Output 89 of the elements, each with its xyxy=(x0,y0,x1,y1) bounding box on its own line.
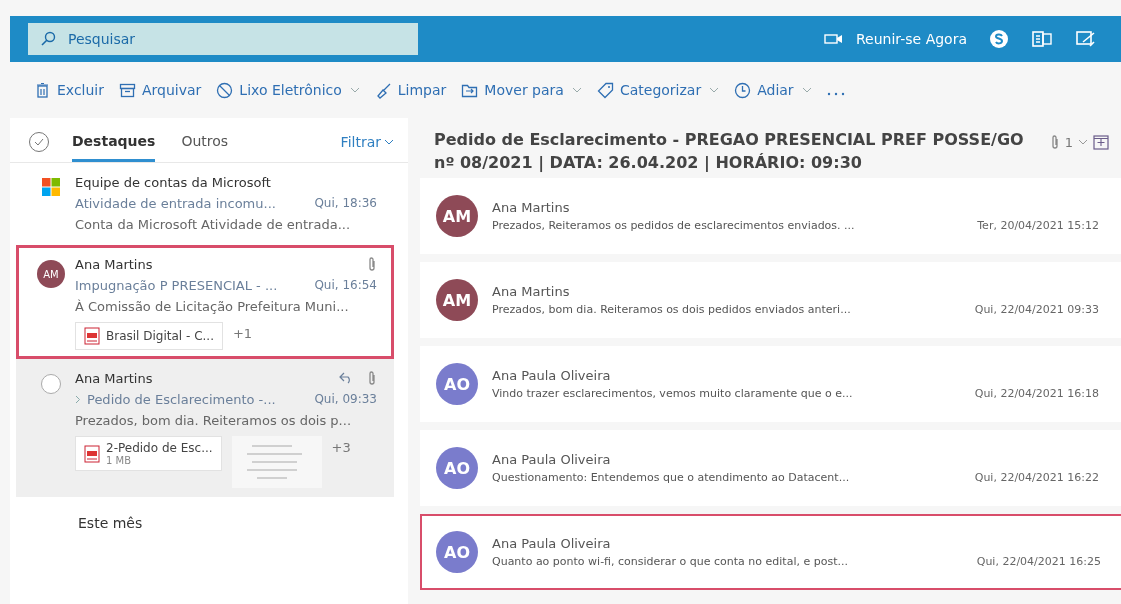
toolbar-button[interactable]: Categorizar xyxy=(596,81,720,99)
caret-icon[interactable] xyxy=(1078,139,1088,145)
message-item[interactable]: Equipe de contas da Microsoft Atividade de entrada incomu... Qui, 18:36 Conta da Microsoft Atividade de entrada... xyxy=(16,163,394,245)
skype-icon[interactable] xyxy=(989,29,1009,49)
select-radio[interactable] xyxy=(41,374,61,394)
avatar: AM xyxy=(436,279,478,321)
message-subject: Impugnação P PRESENCIAL - ... xyxy=(75,277,279,293)
message-card[interactable]: AM Ana Martins Prezados, bom dia. Reiteramos os dois pedidos enviados anteri... Qui, 22/04/2021 09:33 xyxy=(420,262,1121,338)
attachment-chip[interactable]: Brasil Digital - C... xyxy=(75,322,223,350)
pdf-file-icon xyxy=(84,444,100,463)
message-date: Ter, 20/04/2021 15:12 xyxy=(977,219,1099,232)
file-size: 1 MB xyxy=(106,455,133,466)
meet-now-button[interactable]: Reunir-se Agora xyxy=(856,31,967,47)
message-card[interactable]: AO Ana Paula Oliveira Quanto ao ponto wi-fi, considerar o que conta no edital, e post... Qui, 22/04/2021 16:25 xyxy=(420,514,1121,590)
more-attachments-count[interactable]: +1 xyxy=(232,322,253,341)
caret-icon xyxy=(801,87,812,93)
avatar: AO xyxy=(436,531,478,573)
more-attachments-count[interactable]: +3 xyxy=(331,436,351,455)
sender-name: Ana Paula Oliveira xyxy=(492,536,612,551)
message-preview: Prezados, Reiteramos os pedidos de esclarecimentos enviados. ... xyxy=(492,219,855,232)
message-preview: À Comissão de Licitação Prefeitura Muni... xyxy=(75,298,350,316)
message-time: Qui, 09:33 xyxy=(314,392,377,406)
toolbar-button[interactable]: Lixo Eletrônico xyxy=(216,81,360,99)
sender-name: Ana Paula Oliveira xyxy=(492,452,612,467)
caret-icon xyxy=(709,87,720,93)
four-squares-logo-icon xyxy=(42,178,60,196)
feedback-icon[interactable] xyxy=(1075,29,1097,49)
tab[interactable]: Outros xyxy=(181,122,229,162)
sender-name: Ana Martins xyxy=(75,256,153,272)
caret-icon xyxy=(571,87,582,93)
search-field[interactable]: Pesquisar xyxy=(28,23,418,55)
message-card[interactable]: AM Ana Martins Prezados, Reiteramos os pedidos de esclarecimentos enviados. ... Ter, 20/04/2021 15:12 xyxy=(420,178,1121,254)
toolbar-button[interactable]: Excluir xyxy=(34,81,104,99)
message-card[interactable]: AO Ana Paula Oliveira Questionamento: Entendemos que o atendimento ao Datacent... Qui, 22/04/2021 16:22 xyxy=(420,430,1121,506)
message-subject: Pedido de Esclarecimento -... xyxy=(87,391,277,407)
sender-name: Ana Paula Oliveira xyxy=(492,368,612,383)
message-date: Qui, 22/04/2021 09:33 xyxy=(974,303,1099,316)
section-header: Este mês xyxy=(77,514,144,531)
document-thumbnail[interactable] xyxy=(231,436,322,488)
reply-arrow-icon xyxy=(339,372,353,384)
more-icon xyxy=(826,91,845,96)
message-preview: Quanto ao ponto wi-fi, considerar o que conta no edital, e post... xyxy=(492,555,848,568)
message-card[interactable]: AO Ana Paula Oliveira Vindo trazer esclarecimentos, vemos muito claramente que o e... Qui, 22/04/2021 16:18 xyxy=(420,346,1121,422)
trash-icon xyxy=(34,81,51,99)
attachment-count[interactable]: 1 xyxy=(1064,134,1073,150)
caret-icon xyxy=(384,139,394,145)
chevron-icon[interactable] xyxy=(75,394,81,404)
file-name: Brasil Digital - C... xyxy=(106,329,214,343)
filter-button[interactable]: Filtrar xyxy=(340,134,394,150)
clock-icon xyxy=(734,81,752,99)
avatar: AO xyxy=(436,447,478,489)
attachment-chip[interactable]: 2-Pedido de Esc... 1 MB xyxy=(75,436,222,471)
sender-name: Ana Martins xyxy=(492,284,571,299)
message-date: Qui, 22/04/2021 16:25 xyxy=(976,555,1101,568)
toolbar-button[interactable]: Limpar xyxy=(374,81,447,99)
paperclip-icon xyxy=(1049,134,1060,150)
avatar: AM xyxy=(37,260,65,288)
message-preview: Prezados, bom dia. Reiteramos os dois p... xyxy=(75,412,352,430)
sender-name: Ana Martins xyxy=(492,200,571,215)
block-icon xyxy=(216,81,234,99)
message-date: Qui, 22/04/2021 16:22 xyxy=(974,471,1099,484)
message-date: Qui, 22/04/2021 16:18 xyxy=(974,387,1099,400)
toolbar-button[interactable]: Adiar xyxy=(734,81,812,99)
message-subject: Atividade de entrada incomu... xyxy=(75,195,277,211)
message-preview: Conta da Microsoft Atividade de entrada... xyxy=(75,216,352,234)
message-time: Qui, 18:36 xyxy=(314,196,377,210)
sender-name: Equipe de contas da Microsoft xyxy=(75,174,271,190)
search-icon xyxy=(40,31,56,47)
avatar: AM xyxy=(436,195,478,237)
expand-box-icon[interactable] xyxy=(1093,134,1109,150)
conversation-subject: Pedido de Esclarecimento - PREGAO PRESENCIAL PREF POSSE/GO nº 08/2021 | DATA: 26.04.202 | HORÁRIO: 09:30 xyxy=(434,129,1025,174)
toolbar-button[interactable]: Arquivar xyxy=(119,81,202,99)
message-item[interactable]: Ana Martins Pedido de Esclarecimento -... Qui, 09:33 Prezados, bom dia. Reiteramos os dois p... 2-Pedido de Esc... 1 MB +3 xyxy=(16,359,394,497)
sender-name: Ana Martins xyxy=(75,370,153,386)
archive-icon xyxy=(119,81,136,99)
paperclip-icon xyxy=(367,370,377,386)
pdf-file-icon xyxy=(84,327,100,345)
caret-icon xyxy=(349,87,360,93)
file-name: 2-Pedido de Esc... xyxy=(106,441,213,455)
message-preview: Vindo trazer esclarecimentos, vemos muito claramente que o e... xyxy=(492,387,853,400)
select-all-icon[interactable] xyxy=(28,131,50,153)
video-camera-icon[interactable] xyxy=(824,32,844,46)
tag-icon xyxy=(596,81,614,99)
toolbar-button[interactable]: Mover para xyxy=(461,81,582,99)
message-preview: Prezados, bom dia. Reiteramos os dois pedidos enviados anteri... xyxy=(492,303,851,316)
message-time: Qui, 16:54 xyxy=(314,278,377,292)
avatar: AO xyxy=(436,363,478,405)
message-preview: Questionamento: Entendemos que o atendimento ao Datacent... xyxy=(492,471,850,484)
paperclip-icon xyxy=(367,256,377,272)
